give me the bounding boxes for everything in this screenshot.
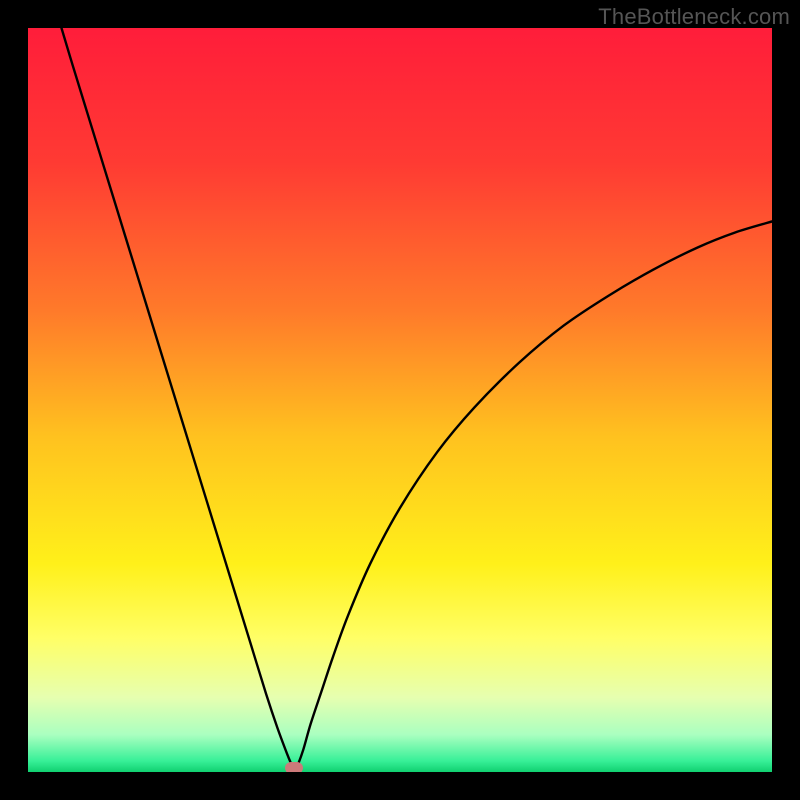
optimal-point-marker: [285, 762, 303, 772]
watermark-text: TheBottleneck.com: [598, 4, 790, 30]
plot-area: [28, 28, 772, 772]
bottleneck-curve: [28, 28, 772, 772]
chart-frame: TheBottleneck.com: [0, 0, 800, 800]
